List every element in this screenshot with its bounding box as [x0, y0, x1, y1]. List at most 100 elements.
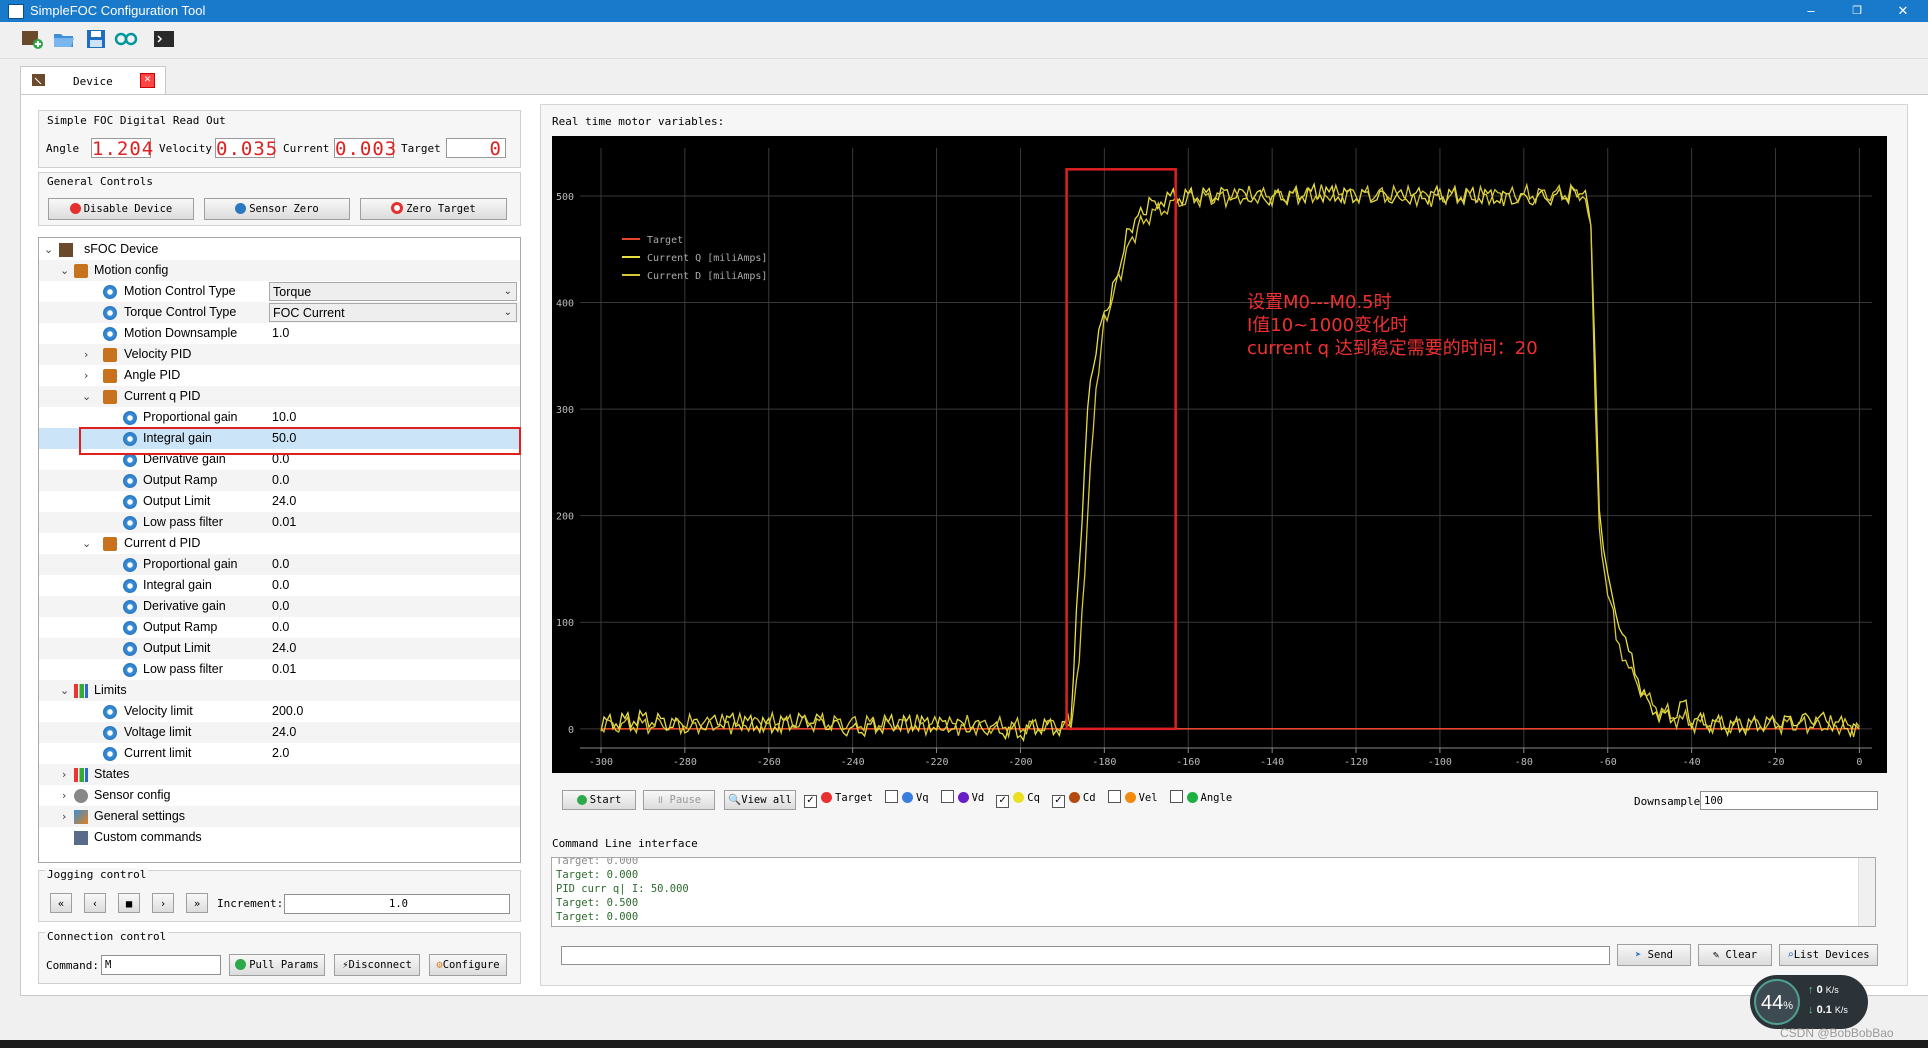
jog-fast-forward-button[interactable]: » — [186, 893, 208, 913]
motion-downsample-value[interactable]: 1.0 — [272, 323, 289, 344]
param-value[interactable]: 0.0 — [272, 575, 289, 596]
tree-velocity-pid[interactable]: › Velocity PID — [39, 344, 520, 365]
zero-target-button[interactable]: Zero Target — [360, 198, 507, 220]
cli-command-input[interactable] — [561, 946, 1610, 965]
tree-param-row[interactable]: Current limit 2.0 — [39, 743, 520, 764]
tab-device[interactable]: Device ✕ — [20, 66, 166, 95]
jog-fast-back-button[interactable]: « — [50, 893, 72, 913]
start-button[interactable]: Start — [562, 790, 636, 810]
sensor-zero-button[interactable]: Sensor Zero — [204, 198, 350, 220]
tree-sensor-config[interactable]: › Sensor config — [39, 785, 520, 806]
view-all-button[interactable]: 🔍View all — [724, 790, 796, 810]
add-device-icon[interactable] — [20, 28, 44, 50]
cli-scrollbar[interactable] — [1858, 858, 1875, 926]
disconnect-button[interactable]: ⚡Disconnect — [334, 954, 420, 976]
param-value[interactable]: 200.0 — [272, 701, 303, 722]
expand-arrow-icon[interactable]: › — [62, 785, 72, 806]
signal-toggle-angle[interactable]: Angle — [1169, 790, 1232, 804]
pause-button[interactable]: ॥ Pause — [643, 790, 715, 810]
jog-forward-button[interactable]: › — [152, 893, 174, 913]
tree-limits[interactable]: ⌄ Limits — [39, 680, 520, 701]
expand-arrow-icon[interactable]: › — [62, 764, 72, 785]
param-value[interactable]: 24.0 — [272, 638, 296, 659]
tree-param-row[interactable]: Low pass filter 0.01 — [39, 659, 520, 680]
signal-toggle-target[interactable]: ✓ Target — [804, 792, 873, 808]
collapse-arrow-icon[interactable]: ⌄ — [60, 260, 70, 281]
expand-arrow-icon[interactable]: › — [84, 344, 94, 365]
tree-custom-commands[interactable]: Custom commands — [39, 827, 520, 848]
param-value[interactable]: 2.0 — [272, 743, 289, 764]
minimize-button[interactable]: – — [1788, 0, 1834, 22]
send-button[interactable]: ➤ Send — [1617, 944, 1691, 966]
pull-params-button[interactable]: Pull Params — [229, 954, 325, 976]
tree-param-row[interactable]: Output Ramp 0.0 — [39, 470, 520, 491]
motion-control-type-select[interactable]: Torque ⌄ — [269, 282, 517, 301]
collapse-arrow-icon[interactable]: ⌄ — [60, 680, 70, 701]
signal-toggle-vd[interactable]: Vd — [940, 790, 984, 804]
checkbox[interactable] — [884, 790, 898, 803]
command-input[interactable]: M — [101, 955, 221, 975]
checkbox[interactable]: ✓ — [996, 795, 1010, 808]
signal-toggle-cq[interactable]: ✓ Cq — [996, 792, 1040, 808]
checkbox[interactable]: ✓ — [1051, 795, 1065, 808]
expand-arrow-icon[interactable]: › — [84, 365, 94, 386]
tree-general-settings[interactable]: › General settings — [39, 806, 520, 827]
disable-device-button[interactable]: Disable Device — [48, 198, 194, 220]
tab-close-button[interactable]: ✕ — [140, 73, 155, 88]
downsample-input[interactable]: 100 — [1700, 791, 1878, 810]
tree-param-row[interactable]: Output Limit 24.0 — [39, 491, 520, 512]
tree-param-row[interactable]: Output Limit 24.0 — [39, 638, 520, 659]
param-value[interactable]: 0.01 — [272, 659, 296, 680]
configure-button[interactable]: ⚙Configure — [429, 954, 507, 976]
checkbox[interactable] — [940, 790, 954, 803]
jog-stop-button[interactable]: ■ — [118, 893, 140, 913]
increment-input[interactable]: 1.0 — [284, 894, 510, 914]
param-value[interactable]: 0.0 — [272, 596, 289, 617]
tree-angle-pid[interactable]: › Angle PID — [39, 365, 520, 386]
tree-current-d-pid[interactable]: ⌄ Current d PID — [39, 533, 520, 554]
param-value[interactable]: 10.0 — [272, 407, 296, 428]
param-value[interactable]: 0.0 — [272, 470, 289, 491]
tree-motion-config[interactable]: ⌄ Motion config — [39, 260, 520, 281]
arduino-icon[interactable] — [114, 28, 138, 50]
tree-param-row[interactable]: Integral gain 0.0 — [39, 575, 520, 596]
network-monitor[interactable]: 44% ↑ 0 K/s ↓ 0.1 K/s — [1750, 975, 1868, 1029]
param-value[interactable]: 0.0 — [272, 554, 289, 575]
tree-root[interactable]: ⌄ sFOC Device — [39, 239, 520, 260]
collapse-arrow-icon[interactable]: ⌄ — [44, 239, 54, 260]
tree-param-row[interactable]: Derivative gain 0.0 — [39, 596, 520, 617]
collapse-arrow-icon[interactable]: ⌄ — [82, 386, 92, 407]
tree-param-row[interactable]: Low pass filter 0.01 — [39, 512, 520, 533]
signal-toggle-vq[interactable]: Vq — [884, 790, 929, 804]
torque-control-type-select[interactable]: FOC Current ⌄ — [269, 303, 517, 322]
tree-torque-control-type[interactable]: Torque Control Type FOC Current ⌄ — [39, 302, 520, 323]
clear-button[interactable]: ✎ Clear — [1698, 944, 1772, 966]
param-value[interactable]: 24.0 — [272, 722, 296, 743]
param-value[interactable]: 24.0 — [272, 491, 296, 512]
checkbox[interactable]: ✓ — [804, 795, 817, 808]
cli-output[interactable]: Target: 0.000 Target: 0.000 PID curr q| … — [551, 857, 1876, 927]
close-button[interactable]: ✕ — [1880, 0, 1926, 22]
tree-motion-downsample[interactable]: Motion Downsample 1.0 — [39, 323, 520, 344]
tree-states[interactable]: › States — [39, 764, 520, 785]
maximize-button[interactable]: ❐ — [1834, 0, 1880, 22]
jog-back-button[interactable]: ‹ — [84, 893, 106, 913]
tree-param-row[interactable]: Velocity limit 200.0 — [39, 701, 520, 722]
tree-param-row[interactable]: Proportional gain 10.0 — [39, 407, 520, 428]
collapse-arrow-icon[interactable]: ⌄ — [82, 533, 92, 554]
device-tree[interactable]: ⌄ sFOC Device ⌄ Motion config Motion Con… — [38, 237, 521, 863]
checkbox[interactable] — [1107, 790, 1121, 803]
tree-param-row[interactable]: Voltage limit 24.0 — [39, 722, 520, 743]
expand-arrow-icon[interactable]: › — [62, 806, 72, 827]
signal-toggle-cd[interactable]: ✓ Cd — [1051, 792, 1096, 808]
param-value[interactable]: 0.01 — [272, 512, 296, 533]
open-folder-icon[interactable] — [52, 28, 76, 50]
list-devices-button[interactable]: ⌕List Devices — [1779, 944, 1878, 966]
tree-current-q-pid[interactable]: ⌄ Current q PID — [39, 386, 520, 407]
param-value[interactable]: 0.0 — [272, 617, 289, 638]
tree-motion-control-type[interactable]: Motion Control Type Torque ⌄ — [39, 281, 520, 302]
tree-param-row[interactable]: Output Ramp 0.0 — [39, 617, 520, 638]
realtime-plot[interactable]: -300 -280 -260 -240 -220 -200 -180 -160 -140 -120… — [552, 136, 1887, 773]
checkbox[interactable] — [1169, 790, 1183, 803]
tree-param-row[interactable]: Proportional gain 0.0 — [39, 554, 520, 575]
